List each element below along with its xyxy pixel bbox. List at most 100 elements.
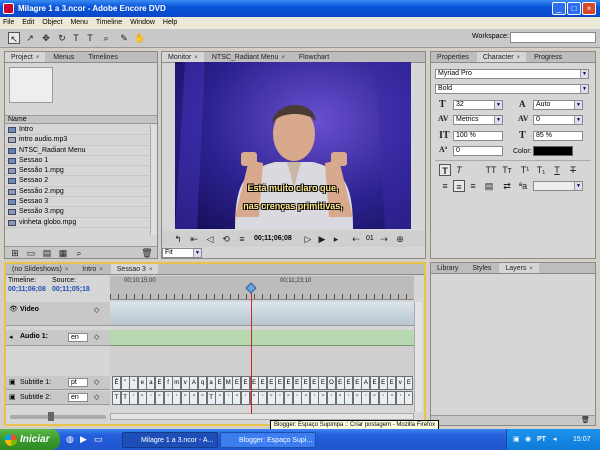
audio-track-header[interactable]: ◂ Audio 1: en ◇ (6, 330, 110, 346)
target-icon[interactable]: ◇ (94, 378, 99, 386)
timeline-timecode[interactable]: 00;11;06;08 (8, 286, 46, 293)
menu-object[interactable]: Object (39, 19, 65, 26)
anti-alias-icon[interactable]: ªa (517, 180, 529, 192)
timeline-scrollbar[interactable] (110, 413, 414, 420)
taskbar-item-encore[interactable]: Milagre 1 a 3.ncor - A... (122, 432, 218, 448)
eye-icon[interactable]: 👁 (9, 305, 18, 313)
taskbar-item-firefox[interactable]: Blogger: Espaço Supi... (220, 432, 316, 448)
timeline-new-icon[interactable]: ▤ (41, 247, 53, 259)
eye-icon[interactable]: ▣ (9, 378, 16, 386)
messenger-icon[interactable]: ◉ (525, 429, 531, 450)
direction-icon[interactable]: ⇄ (501, 180, 513, 192)
target-icon[interactable]: ◇ (94, 333, 99, 341)
tab-timelines[interactable]: Timelines (82, 52, 124, 62)
leading-field[interactable]: Auto ▼ (533, 100, 583, 110)
align-left-icon[interactable]: ≡ (439, 180, 451, 192)
menu-edit[interactable]: Edit (19, 19, 37, 26)
playhead-line[interactable] (251, 284, 253, 414)
list-item[interactable]: NTSC_Radiant Menu (5, 146, 149, 156)
subtitle-clip[interactable]: " (404, 391, 414, 405)
list-item[interactable]: vinheta globo.mpg (5, 218, 149, 228)
time-ruler[interactable]: 00;10;15;00 00;11;23;10 (110, 276, 414, 300)
add-chapter-icon[interactable]: ⊕ (394, 233, 406, 245)
list-item[interactable]: Sessao 3 (5, 197, 149, 208)
color-swatch[interactable] (533, 146, 573, 156)
next-marker-icon[interactable]: ⇢ (378, 233, 390, 245)
horizontal-scale-field[interactable]: 100 % (453, 131, 503, 141)
font-style-select[interactable]: Bold ▼ (435, 84, 589, 94)
menu-timeline[interactable]: Timeline (93, 19, 125, 26)
menu-window[interactable]: Window (127, 19, 158, 26)
font-family-select[interactable]: Myriad Pro ▼ (435, 69, 589, 79)
trash-icon[interactable]: 🗑 (141, 247, 153, 259)
network-icon[interactable]: ▣ (513, 429, 520, 450)
tab-layers[interactable]: Layers × (499, 263, 539, 273)
prev-marker-icon[interactable]: ⇠ (350, 233, 362, 245)
kerning-field[interactable]: Metrics ▼ (453, 115, 503, 125)
video-clip[interactable] (110, 302, 414, 326)
video-track-header[interactable]: 👁 Video ◇ (6, 302, 110, 326)
tab-properties[interactable]: Properties (431, 52, 475, 62)
jog-icon[interactable]: ≡ (236, 233, 248, 245)
text-tool-icon[interactable]: T (70, 32, 82, 44)
minimize-button[interactable]: _ (552, 2, 566, 15)
tab-progress[interactable]: Progress (528, 52, 568, 62)
prev-chapter-icon[interactable]: ⇤ (188, 233, 200, 245)
align-center-icon[interactable]: ≡ (453, 180, 465, 192)
eye-icon[interactable]: ▣ (9, 393, 16, 401)
step-forward-icon[interactable]: ▷ (302, 233, 314, 245)
subtitle2-track-header[interactable]: ▣ Subtitle 2: en ◇ (6, 391, 110, 405)
tab-menus[interactable]: Menus (47, 52, 80, 62)
tab-project[interactable]: Project × (5, 52, 46, 62)
fit-select[interactable]: Fit ▼ (162, 248, 202, 258)
direct-select-tool-icon[interactable]: ↗ (24, 32, 36, 44)
strikethrough-icon[interactable]: T (567, 164, 579, 176)
selection-tool-icon[interactable]: ↖ (8, 32, 20, 44)
vertical-scale-field[interactable]: 85 % (533, 131, 583, 141)
subtitle1-lang-select[interactable]: pt (68, 378, 88, 387)
mark-in-icon[interactable]: ↰ (172, 233, 184, 245)
media-quicklaunch-icon[interactable]: ▶ (80, 434, 87, 445)
play-icon[interactable]: ▶ (316, 233, 328, 245)
list-item[interactable]: Sessao 2 (5, 176, 149, 187)
target-icon[interactable]: ◇ (94, 306, 99, 314)
list-item[interactable]: intro audio.mp3 (5, 135, 149, 146)
desktop-quicklaunch-icon[interactable]: ▭ (94, 434, 103, 445)
hand-tool-icon[interactable]: ✋ (134, 32, 146, 44)
tracking-field[interactable]: 0 ▼ (533, 115, 583, 125)
tab-no-slideshows[interactable]: (no Slideshows) × (6, 264, 74, 274)
subtitle1-track-header[interactable]: ▣ Subtitle 1: pt ◇ (6, 376, 110, 390)
maximize-button[interactable]: □ (567, 2, 581, 15)
rotate-tool-icon[interactable]: ↻ (56, 32, 68, 44)
move-tool-icon[interactable]: ✥ (40, 32, 52, 44)
tab-character[interactable]: Character × (476, 52, 527, 62)
superscript-icon[interactable]: T¹ (519, 164, 531, 176)
tab-intro[interactable]: Intro × (76, 264, 109, 274)
align-right-icon[interactable]: ≡ (467, 180, 479, 192)
trash-icon[interactable]: 🗑 (581, 416, 590, 424)
zoom-slider[interactable] (10, 415, 106, 419)
search-icon[interactable]: ⌕ (73, 247, 85, 259)
list-item[interactable]: Sessão 2.mpg (5, 187, 149, 198)
justify-icon[interactable]: ▤ (483, 180, 495, 192)
list-item[interactable]: Sessão 1.mpg (5, 166, 149, 177)
timeline-vertical-scrollbar[interactable] (414, 302, 422, 412)
project-scrollbar[interactable] (150, 125, 157, 235)
column-name-header[interactable]: Name (5, 115, 157, 124)
small-caps-icon[interactable]: Tт (501, 164, 513, 176)
subscript-icon[interactable]: T₁ (535, 164, 547, 176)
tab-library[interactable]: Library (431, 263, 464, 273)
speaker-icon[interactable]: ◂ (9, 333, 13, 341)
underline-icon[interactable]: T (551, 164, 563, 176)
menu-menu[interactable]: Menu (67, 19, 91, 26)
tab-sessao-3[interactable]: Sessao 3 × (110, 264, 159, 274)
zoom-handle[interactable] (48, 412, 54, 421)
pen-tool-icon[interactable]: ✎ (118, 32, 130, 44)
all-caps-icon[interactable]: TT (485, 164, 497, 176)
new-item-icon[interactable]: ⊞ (9, 247, 21, 259)
step-back-icon[interactable]: ◁ (204, 233, 216, 245)
browser-quicklaunch-icon[interactable]: ◍ (66, 434, 74, 445)
menu-file[interactable]: File (0, 19, 17, 26)
volume-icon[interactable]: ◂ (553, 429, 557, 450)
menu-help[interactable]: Help (160, 19, 180, 26)
